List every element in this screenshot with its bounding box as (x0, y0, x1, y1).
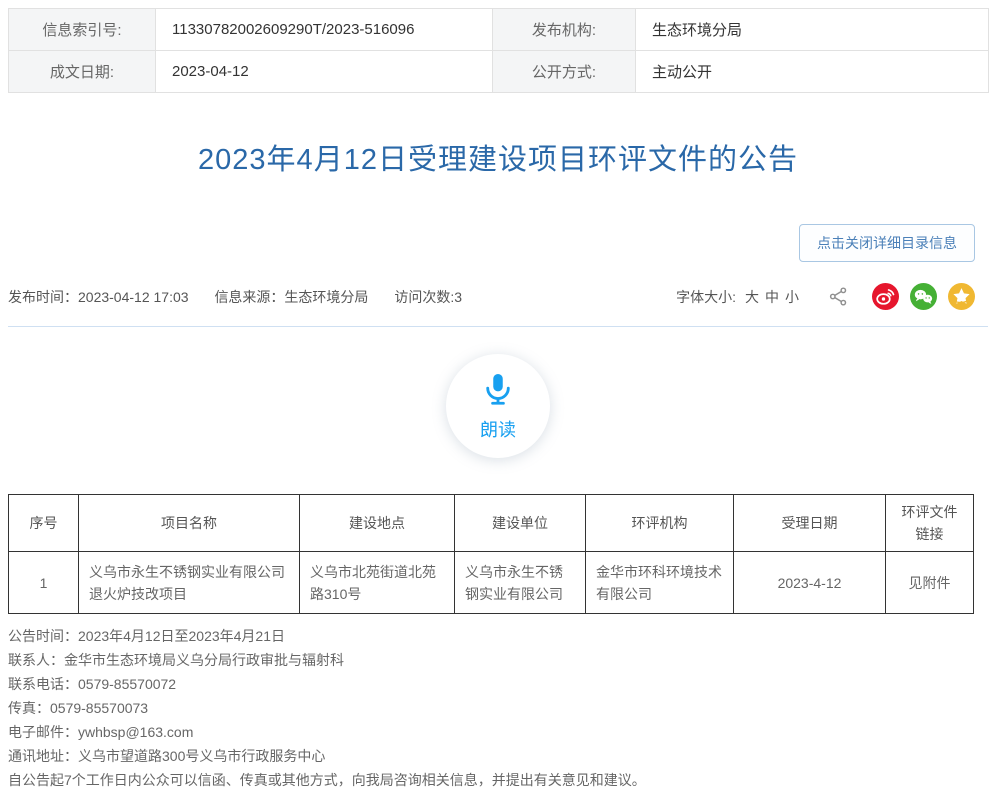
info-value-disclosure-method: 主动公开 (636, 51, 989, 93)
info-label-written-date: 成文日期: (9, 51, 156, 93)
cell-seq: 1 (9, 552, 79, 614)
projects-table-header-row: 序号 项目名称 建设地点 建设单位 环评机构 受理日期 环评文件链接 (9, 495, 974, 552)
projects-table: 序号 项目名称 建设地点 建设单位 环评机构 受理日期 环评文件链接 1 义乌市… (8, 494, 974, 614)
read-aloud-wrap: 朗读 (8, 354, 988, 458)
weibo-share-icon[interactable] (872, 283, 899, 310)
col-header-seq: 序号 (9, 495, 79, 552)
info-value-index-number: 11330782002609290T/2023-516096 (156, 9, 493, 51)
microphone-icon (479, 370, 517, 413)
publish-time-text: 发布时间：2023-04-12 17:03 (8, 289, 189, 305)
info-row: 信息索引号: 11330782002609290T/2023-516096 发布… (9, 9, 989, 51)
cell-accept-date: 2023-4-12 (734, 552, 886, 614)
fax-line: 传真：0579-85570073 (8, 696, 988, 720)
read-aloud-label: 朗读 (480, 416, 516, 442)
notice-period-line: 公告时间：2023年4月12日至2023年4月21日 (8, 624, 988, 648)
page-title: 2023年4月12日受理建设项目环评文件的公告 (8, 136, 988, 178)
font-size-large-button[interactable]: 大 (745, 287, 759, 307)
col-header-location: 建设地点 (300, 495, 455, 552)
address-line: 通讯地址：义乌市望道路300号义乌市行政服务中心 (8, 744, 988, 768)
meta-left: 发布时间：2023-04-12 17:03 信息来源：生态环境分局 访问次数:3 (8, 287, 484, 307)
font-size-small-button[interactable]: 小 (785, 287, 799, 307)
contact-phone-line: 联系电话：0579-85570072 (8, 672, 988, 696)
meta-row: 发布时间：2023-04-12 17:03 信息来源：生态环境分局 访问次数:3… (8, 275, 988, 327)
info-label-index-number: 信息索引号: (9, 9, 156, 51)
contact-person-line: 联系人：金华市生态环境局义乌分局行政审批与辐射科 (8, 648, 988, 672)
cell-builder: 义乌市永生不锈钢实业有限公司 (455, 552, 586, 614)
font-size-label: 字体大小: (676, 287, 736, 307)
cell-location: 义乌市北苑街道北苑路310号 (300, 552, 455, 614)
visit-count-text: 访问次数:3 (394, 289, 462, 305)
table-row: 1 义乌市永生不锈钢实业有限公司退火炉技改项目 义乌市北苑街道北苑路310号 义… (9, 552, 974, 614)
page: 信息索引号: 11330782002609290T/2023-516096 发布… (0, 0, 996, 792)
col-header-eia-agency: 环评机构 (586, 495, 734, 552)
feedback-notice-line: 自公告起7个工作日内公众可以信函、传真或其他方式，向我局咨询相关信息，并提出有关… (8, 768, 988, 792)
meta-right: 字体大小: 大 中 小 (676, 283, 975, 310)
info-value-publish-org: 生态环境分局 (636, 9, 989, 51)
col-header-project-name: 项目名称 (79, 495, 300, 552)
read-aloud-button[interactable]: 朗读 (446, 354, 550, 458)
info-source-text: 信息来源：生态环境分局 (214, 289, 368, 305)
col-header-eia-file-link: 环评文件链接 (886, 495, 974, 552)
info-row: 成文日期: 2023-04-12 公开方式: 主动公开 (9, 51, 989, 93)
qzone-share-icon[interactable] (948, 283, 975, 310)
wechat-share-icon[interactable] (910, 283, 937, 310)
document-info-table: 信息索引号: 11330782002609290T/2023-516096 发布… (8, 8, 989, 93)
info-label-publish-org: 发布机构: (493, 9, 636, 51)
share-icon[interactable] (828, 286, 849, 307)
info-label-disclosure-method: 公开方式: (493, 51, 636, 93)
toggle-directory-button[interactable]: 点击关闭详细目录信息 (799, 224, 975, 262)
info-value-written-date: 2023-04-12 (156, 51, 493, 93)
cell-attachment-link[interactable]: 见附件 (886, 552, 974, 614)
font-size-medium-button[interactable]: 中 (765, 287, 779, 307)
cell-eia-agency: 金华市环科环境技术有限公司 (586, 552, 734, 614)
footer-notes: 公告时间：2023年4月12日至2023年4月21日 联系人：金华市生态环境局义… (8, 624, 988, 792)
col-header-builder: 建设单位 (455, 495, 586, 552)
email-line: 电子邮件：ywhbsp@163.com (8, 720, 988, 744)
toggle-button-row: 点击关闭详细目录信息 (8, 224, 988, 262)
col-header-accept-date: 受理日期 (734, 495, 886, 552)
cell-project-name: 义乌市永生不锈钢实业有限公司退火炉技改项目 (79, 552, 300, 614)
